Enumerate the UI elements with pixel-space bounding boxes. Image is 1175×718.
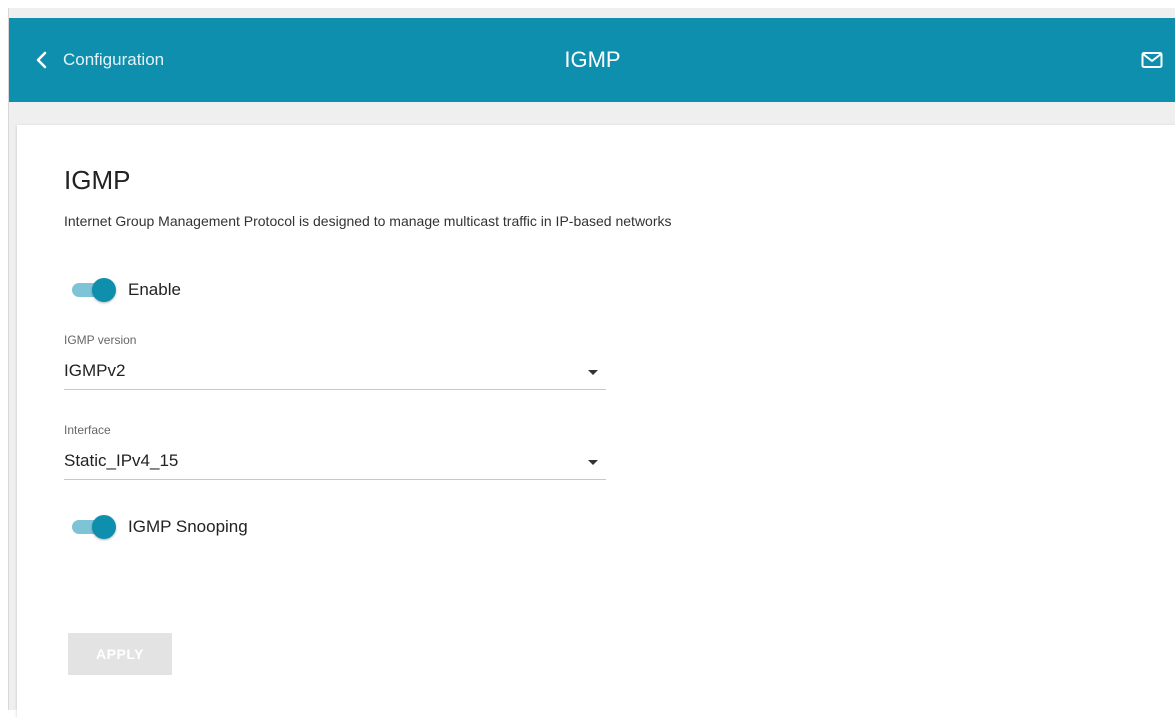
page-title: IGMP	[564, 47, 621, 72]
enable-toggle[interactable]: Enable	[72, 278, 181, 302]
section-heading: IGMP	[64, 165, 131, 195]
switch-thumb	[92, 278, 116, 302]
top-bar: Configuration IGMP	[9, 18, 1175, 102]
igmp-snooping-switch[interactable]	[72, 515, 116, 539]
caret-down-icon	[588, 460, 598, 465]
app-frame: Configuration IGMP IGMP Internet Group M…	[8, 8, 1175, 718]
mail-icon	[1141, 52, 1163, 68]
interface-select[interactable]: Static_IPv4_15	[64, 445, 606, 480]
switch-thumb	[92, 515, 116, 539]
notifications-button[interactable]	[1132, 18, 1172, 102]
igmp-snooping-label: IGMP Snooping	[128, 517, 248, 536]
igmp-version-select[interactable]: IGMPv2	[64, 355, 606, 390]
igmp-version-value: IGMPv2	[64, 361, 126, 380]
enable-switch[interactable]	[72, 278, 116, 302]
interface-label: Interface	[64, 423, 111, 437]
igmp-snooping-toggle[interactable]: IGMP Snooping	[72, 515, 248, 539]
igmp-version-label: IGMP version	[64, 333, 137, 347]
apply-button[interactable]: APPLY	[68, 633, 172, 675]
chevron-left-icon	[36, 51, 47, 69]
section-description: Internet Group Management Protocol is de…	[64, 213, 672, 229]
back-label: Configuration	[63, 50, 165, 69]
igmp-version-field: IGMP version IGMPv2	[64, 333, 606, 390]
caret-down-icon	[588, 370, 598, 375]
back-button[interactable]: Configuration	[33, 18, 164, 102]
interface-field: Interface Static_IPv4_15	[64, 423, 606, 480]
igmp-settings-card: IGMP Internet Group Management Protocol …	[17, 125, 1175, 718]
enable-label: Enable	[128, 280, 181, 299]
interface-value: Static_IPv4_15	[64, 451, 179, 470]
